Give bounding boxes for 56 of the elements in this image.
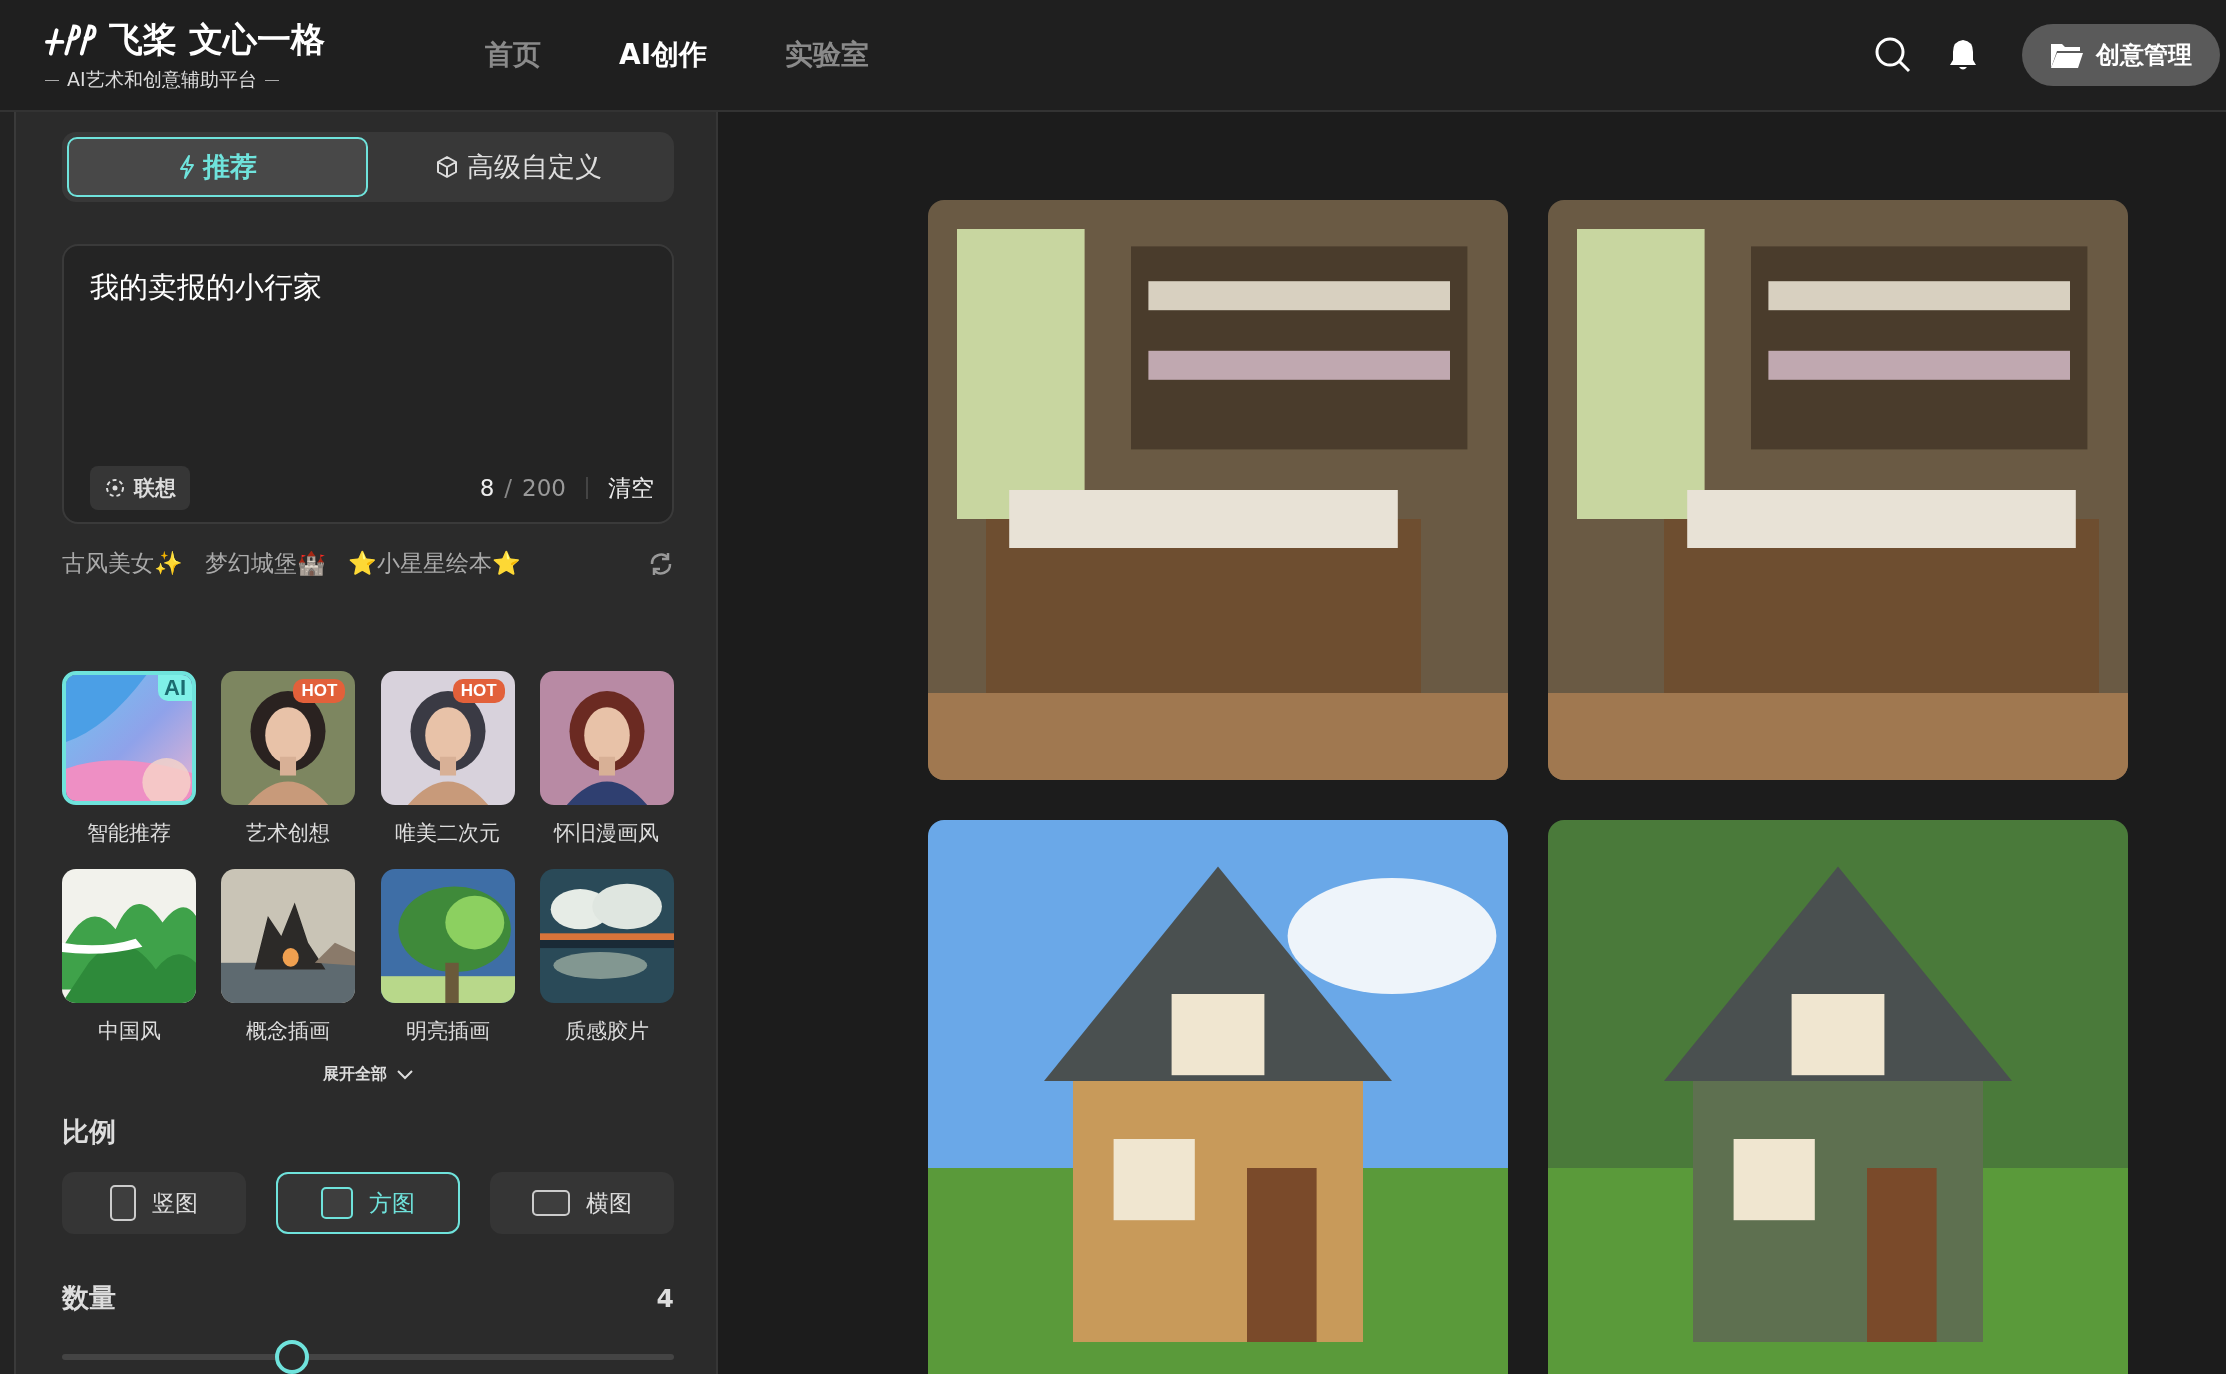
- clear-button[interactable]: 清空: [608, 472, 654, 504]
- suggestion-chip[interactable]: 古风美女✨: [62, 548, 183, 579]
- ratio-title: 比例: [62, 1116, 116, 1147]
- style-option[interactable]: 中国风: [62, 869, 196, 1045]
- logo-name: 飞桨 文心一格: [109, 18, 325, 61]
- nav-link[interactable]: 实验室: [785, 36, 870, 74]
- prompt-text: 我的卖报的小行家: [90, 269, 323, 306]
- suggestion-chip[interactable]: ⭐小星星绘本⭐: [348, 548, 521, 579]
- style-badge: HOT: [452, 679, 505, 703]
- style-badge: AI: [158, 675, 192, 701]
- cube-icon: [435, 155, 459, 179]
- quantity-slider-thumb[interactable]: [274, 1340, 309, 1374]
- char-limit: 200: [522, 475, 566, 501]
- sparkle-circle-icon: [104, 477, 126, 499]
- search-icon[interactable]: [1874, 36, 1912, 74]
- char-count: 8: [479, 475, 495, 501]
- mode-tab[interactable]: 推荐: [67, 137, 368, 197]
- style-option[interactable]: HOT 艺术创想: [221, 671, 356, 847]
- quantity-title: 数量: [62, 1281, 116, 1315]
- ratio-option[interactable]: 横图: [490, 1172, 674, 1234]
- suggestion-chip[interactable]: 梦幻城堡🏰: [205, 548, 326, 579]
- style-option[interactable]: 质感胶片: [540, 869, 674, 1045]
- style-badge: HOT: [293, 679, 346, 703]
- portrait-frame-icon: [110, 1185, 136, 1221]
- style-label: 艺术创想: [246, 820, 331, 846]
- logo-mark-icon: [45, 22, 100, 58]
- manage-button[interactable]: 创意管理: [2022, 24, 2220, 86]
- nav-link[interactable]: 首页: [485, 36, 541, 74]
- style-label: 唯美二次元: [395, 820, 501, 846]
- expand-button[interactable]: 展开全部: [317, 1063, 419, 1086]
- style-label: 概念插画: [246, 1018, 331, 1044]
- lightning-icon: [178, 155, 195, 179]
- nav-link[interactable]: AI创作: [619, 36, 708, 74]
- style-label: 怀旧漫画风: [554, 820, 660, 846]
- count-separator: /: [504, 475, 513, 501]
- logo-tagline: AI艺术和创意辅助平台: [45, 67, 325, 93]
- style-label: 智能推荐: [87, 820, 171, 846]
- bell-icon[interactable]: [1948, 38, 1978, 72]
- style-label: 质感胶片: [565, 1018, 649, 1044]
- style-option[interactable]: 明亮插画: [380, 869, 515, 1045]
- ratio-option[interactable]: 竖图: [62, 1172, 246, 1234]
- style-option[interactable]: 怀旧漫画风: [540, 671, 674, 847]
- chevron-down-icon: [397, 1069, 413, 1080]
- landscape-frame-icon: [532, 1190, 570, 1216]
- square-frame-icon: [321, 1187, 353, 1219]
- style-label: 明亮插画: [405, 1018, 490, 1044]
- ratio-option[interactable]: 方图: [276, 1172, 460, 1234]
- associate-button[interactable]: 联想: [90, 466, 190, 510]
- style-label: 中国风: [97, 1018, 161, 1044]
- refresh-icon[interactable]: [648, 550, 674, 577]
- style-option[interactable]: 概念插画: [221, 869, 356, 1045]
- style-option[interactable]: HOT 唯美二次元: [380, 671, 515, 847]
- prompt-field[interactable]: 我的卖报的小行家 联想 8 / 200 清空: [62, 244, 674, 524]
- mode-tab[interactable]: 高级自定义: [368, 137, 669, 197]
- quantity-value: 4: [656, 1283, 674, 1313]
- folder-icon: [2050, 41, 2084, 69]
